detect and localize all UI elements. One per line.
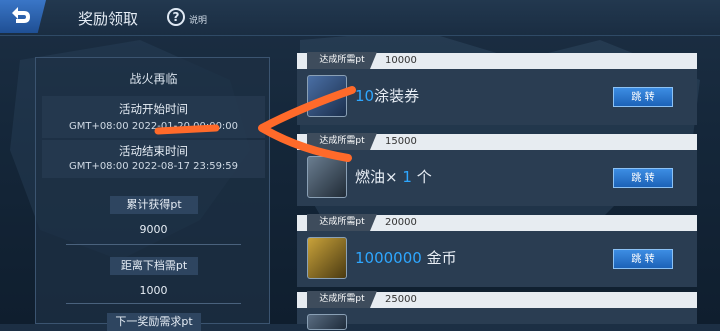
annotation-arrow [258, 86, 356, 162]
annotation-underline [154, 124, 220, 135]
annotation-overlay [154, 86, 356, 162]
